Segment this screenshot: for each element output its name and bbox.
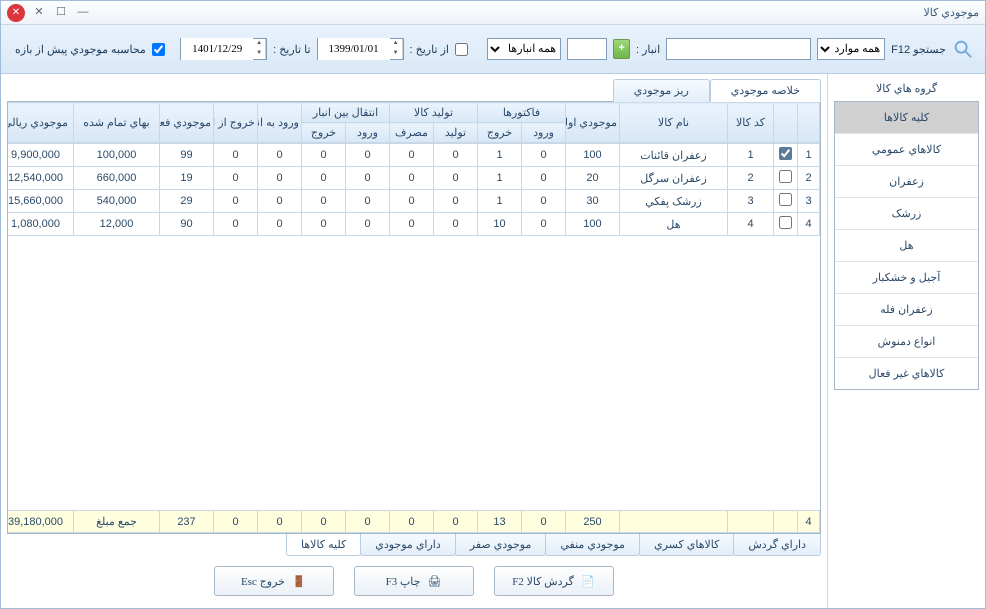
maximize-button[interactable]: ☐ xyxy=(51,5,71,21)
app-close-icon[interactable]: ✕ xyxy=(7,4,25,22)
from-date-label: از تاريخ : xyxy=(410,43,449,56)
top-tab[interactable]: ريز موجودي xyxy=(613,79,710,102)
table-row[interactable]: 33زرشک پفکي300100000029540,00015,660,000 xyxy=(8,190,820,213)
print-button[interactable]: 🖨 چاپ F3 xyxy=(354,566,474,596)
bottom-tab[interactable]: کالاهاي کسري xyxy=(639,534,734,556)
from-date-checkbox[interactable] xyxy=(455,43,468,56)
exit-label: خروج Esc xyxy=(241,575,285,588)
grid-footer-row: 4 250 013 00 00 00 237 جمع مبلغ 39,180,0… xyxy=(7,511,820,533)
search-mode-select[interactable]: همه موارد xyxy=(817,38,885,60)
printer-icon: 🖨 xyxy=(426,573,442,589)
from-date-spinner[interactable]: ▲▼ xyxy=(317,38,404,60)
minimize-button[interactable]: — xyxy=(73,5,93,21)
gardesh-button[interactable]: 📄 گردش کالا F2 xyxy=(494,566,614,596)
sidebar-item[interactable]: انواع دمنوش xyxy=(835,326,978,358)
anbar-label: انبار : xyxy=(636,43,660,56)
print-label: چاپ F3 xyxy=(386,575,421,588)
spin-down-icon[interactable]: ▼ xyxy=(390,49,402,59)
row-checkbox[interactable] xyxy=(779,170,792,183)
sidebar-item[interactable]: هل xyxy=(835,230,978,262)
door-icon: 🚪 xyxy=(291,573,307,589)
search-label: جستجو F12 xyxy=(891,43,946,56)
search-input[interactable] xyxy=(666,38,811,60)
exit-button[interactable]: 🚪 خروج Esc xyxy=(214,566,334,596)
sidebar-item[interactable]: آجيل و خشکبار xyxy=(835,262,978,294)
calc-before-range-checkbox[interactable] xyxy=(152,43,165,56)
row-checkbox[interactable] xyxy=(779,193,792,206)
report-icon: 📄 xyxy=(580,573,596,589)
spin-up-icon[interactable]: ▲ xyxy=(390,39,402,49)
anbar-select[interactable]: همه انبارها xyxy=(487,38,562,60)
sidebar-item[interactable]: کالاهاي عمومي xyxy=(835,134,978,166)
gardesh-label: گردش کالا F2 xyxy=(512,575,574,588)
bottom-tab[interactable]: داراي موجودي xyxy=(360,534,456,556)
sidebar: گروه هاي کالا کليه کالاهاکالاهاي عموميزع… xyxy=(827,74,985,608)
grid-header: کد کالا نام کالا موجودي اوليه فاکتورها ت… xyxy=(7,103,820,143)
sidebar-item[interactable]: زعفران فله xyxy=(835,294,978,326)
close-x-button[interactable]: ✕ xyxy=(29,5,49,21)
sidebar-item[interactable]: زعفران xyxy=(835,166,978,198)
bottom-tab[interactable]: کليه کالاها xyxy=(286,534,361,556)
search-icon[interactable] xyxy=(952,35,975,63)
window-title: موجودي کالا xyxy=(924,6,979,19)
bottom-tab[interactable]: موجودي صفر xyxy=(455,534,547,556)
sidebar-item[interactable]: کالاهاي غير فعال xyxy=(835,358,978,389)
spin-up-icon[interactable]: ▲ xyxy=(253,39,265,49)
bottom-tab[interactable]: موجودي منفي xyxy=(545,534,640,556)
to-date-spinner[interactable]: ▲▼ xyxy=(180,38,267,60)
top-tab[interactable]: خلاصه موجودي xyxy=(710,79,821,102)
from-date-input[interactable] xyxy=(318,38,390,60)
to-date-input[interactable] xyxy=(181,38,253,60)
row-checkbox[interactable] xyxy=(779,216,792,229)
table-row[interactable]: 11زعفران قائنات1000100000099100,0009,900… xyxy=(8,144,820,167)
sidebar-title: گروه هاي کالا xyxy=(834,78,979,101)
bottom-tab[interactable]: داراي گردش xyxy=(733,534,821,556)
anbar-code-input[interactable] xyxy=(567,38,607,60)
table-row[interactable]: 22زعفران سرگل200100000019660,00012,540,0… xyxy=(8,167,820,190)
calc-before-range-label: محاسبه موجودي پيش از بازه xyxy=(15,43,146,56)
table-row[interactable]: 44هل1000100000009012,0001,080,000 xyxy=(8,213,820,236)
row-checkbox[interactable] xyxy=(779,147,792,160)
spin-down-icon[interactable]: ▼ xyxy=(253,49,265,59)
add-anbar-button[interactable]: + xyxy=(613,39,630,59)
sidebar-item[interactable]: کليه کالاها xyxy=(835,102,978,134)
sidebar-item[interactable]: زرشک xyxy=(835,198,978,230)
toolbar: جستجو F12 همه موارد انبار : + همه انباره… xyxy=(1,25,985,74)
to-date-label: تا تاريخ : xyxy=(273,43,310,56)
